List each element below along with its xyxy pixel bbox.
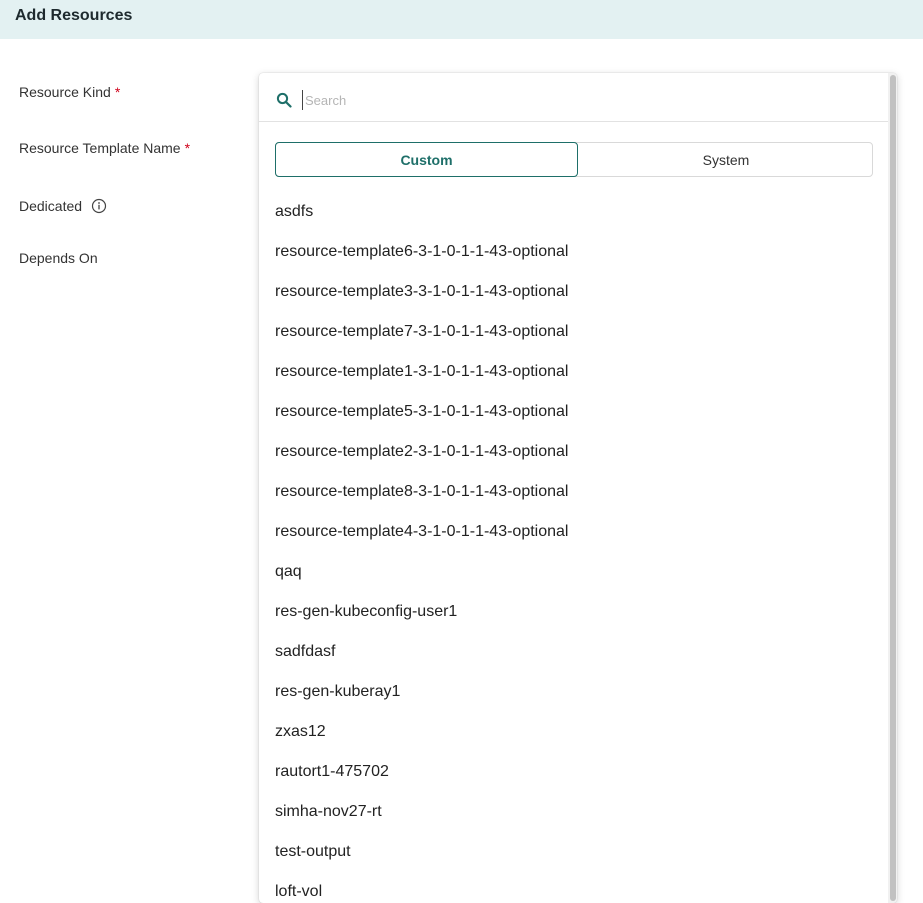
- list-item[interactable]: rautort1-475702: [259, 752, 888, 792]
- depends-on-label-text: Depends On: [19, 250, 98, 266]
- list-item[interactable]: resource-template6-3-1-0-1-1-43-optional: [259, 232, 888, 272]
- resource-kind-label: Resource Kind *: [19, 84, 120, 100]
- list-item[interactable]: resource-template3-3-1-0-1-1-43-optional: [259, 272, 888, 312]
- dedicated-label-text: Dedicated: [19, 198, 83, 214]
- list-item[interactable]: sadfdasf: [259, 632, 888, 672]
- template-type-toggle: Custom System: [275, 142, 873, 177]
- list-item[interactable]: qaq: [259, 552, 888, 592]
- list-item[interactable]: resource-template8-3-1-0-1-1-43-optional: [259, 472, 888, 512]
- tab-system[interactable]: System: [578, 142, 874, 177]
- depends-on-label: Depends On: [19, 250, 98, 266]
- template-list: asdfs resource-template6-3-1-0-1-1-43-op…: [259, 192, 888, 903]
- resource-kind-label-text: Resource Kind: [19, 84, 111, 100]
- list-item[interactable]: resource-template2-3-1-0-1-1-43-optional: [259, 432, 888, 472]
- scrollbar-thumb[interactable]: [890, 75, 896, 901]
- list-item[interactable]: loft-vol: [259, 872, 888, 903]
- list-item[interactable]: test-output: [259, 832, 888, 872]
- list-item[interactable]: resource-template4-3-1-0-1-1-43-optional: [259, 512, 888, 552]
- resource-template-name-label-text: Resource Template Name: [19, 140, 181, 156]
- list-item[interactable]: res-gen-kubeconfig-user1: [259, 592, 888, 632]
- page-title: Add Resources: [15, 7, 133, 24]
- list-item[interactable]: resource-template1-3-1-0-1-1-43-optional: [259, 352, 888, 392]
- required-marker: *: [184, 140, 191, 156]
- dedicated-label: Dedicated: [19, 198, 107, 214]
- required-marker: *: [114, 84, 121, 100]
- search-row: [259, 73, 888, 122]
- list-item[interactable]: asdfs: [259, 192, 888, 232]
- search-icon: [276, 92, 292, 108]
- list-item[interactable]: resource-template5-3-1-0-1-1-43-optional: [259, 392, 888, 432]
- resource-template-dropdown: Custom System asdfs resource-template6-3…: [259, 73, 897, 903]
- page-header: Add Resources: [0, 0, 923, 39]
- list-item[interactable]: res-gen-kuberay1: [259, 672, 888, 712]
- resource-template-name-label: Resource Template Name *: [19, 140, 190, 156]
- dropdown-scrollbar[interactable]: [888, 73, 897, 903]
- search-input[interactable]: [302, 90, 865, 110]
- info-icon[interactable]: [91, 198, 107, 214]
- list-item[interactable]: resource-template7-3-1-0-1-1-43-optional: [259, 312, 888, 352]
- tab-custom[interactable]: Custom: [275, 142, 578, 177]
- list-item[interactable]: simha-nov27-rt: [259, 792, 888, 832]
- list-item[interactable]: zxas12: [259, 712, 888, 752]
